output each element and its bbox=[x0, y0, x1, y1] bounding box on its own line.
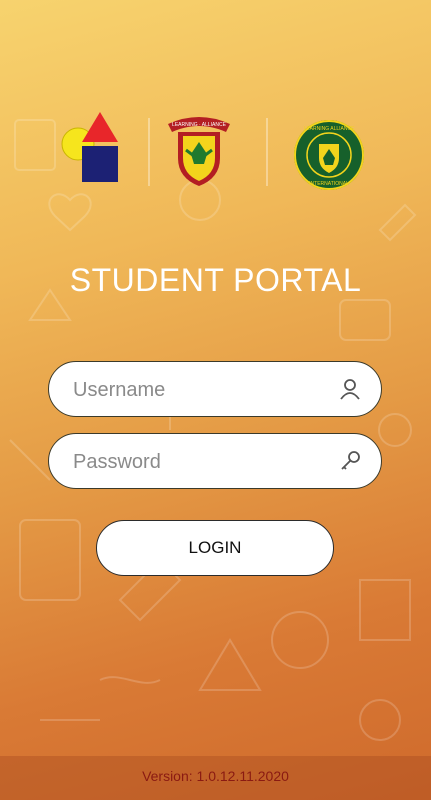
logo-divider bbox=[266, 118, 268, 186]
user-icon bbox=[340, 379, 360, 400]
page-title: STUDENT PORTAL bbox=[69, 262, 362, 298]
version-footer: Version: 1.0.12.11.2020 bbox=[0, 756, 431, 800]
svg-text:LEARNING · ALLIANCE: LEARNING · ALLIANCE bbox=[172, 122, 227, 128]
username-input[interactable] bbox=[71, 362, 325, 418]
svg-text:LEARNING ALLIANCE: LEARNING ALLIANCE bbox=[304, 126, 356, 132]
version-label: Version: 1.0.12.11.2020 bbox=[142, 768, 289, 784]
login-button[interactable]: LOGIN bbox=[96, 520, 334, 576]
shapes-logo-icon bbox=[61, 112, 118, 182]
learning-alliance-crest-icon: LEARNING · ALLIANCE bbox=[168, 117, 230, 186]
password-input[interactable] bbox=[71, 434, 325, 490]
key-icon bbox=[341, 451, 360, 470]
logo-divider bbox=[148, 118, 150, 186]
learning-alliance-international-seal-icon: LEARNING ALLIANCE INTERNATIONAL bbox=[294, 120, 364, 190]
svg-text:INTERNATIONAL: INTERNATIONAL bbox=[309, 181, 349, 187]
password-field[interactable] bbox=[48, 433, 382, 490]
username-field[interactable] bbox=[48, 361, 382, 418]
logo-row: LEARNING · ALLIANCE LEARNING ALLIANCE IN… bbox=[0, 110, 431, 200]
